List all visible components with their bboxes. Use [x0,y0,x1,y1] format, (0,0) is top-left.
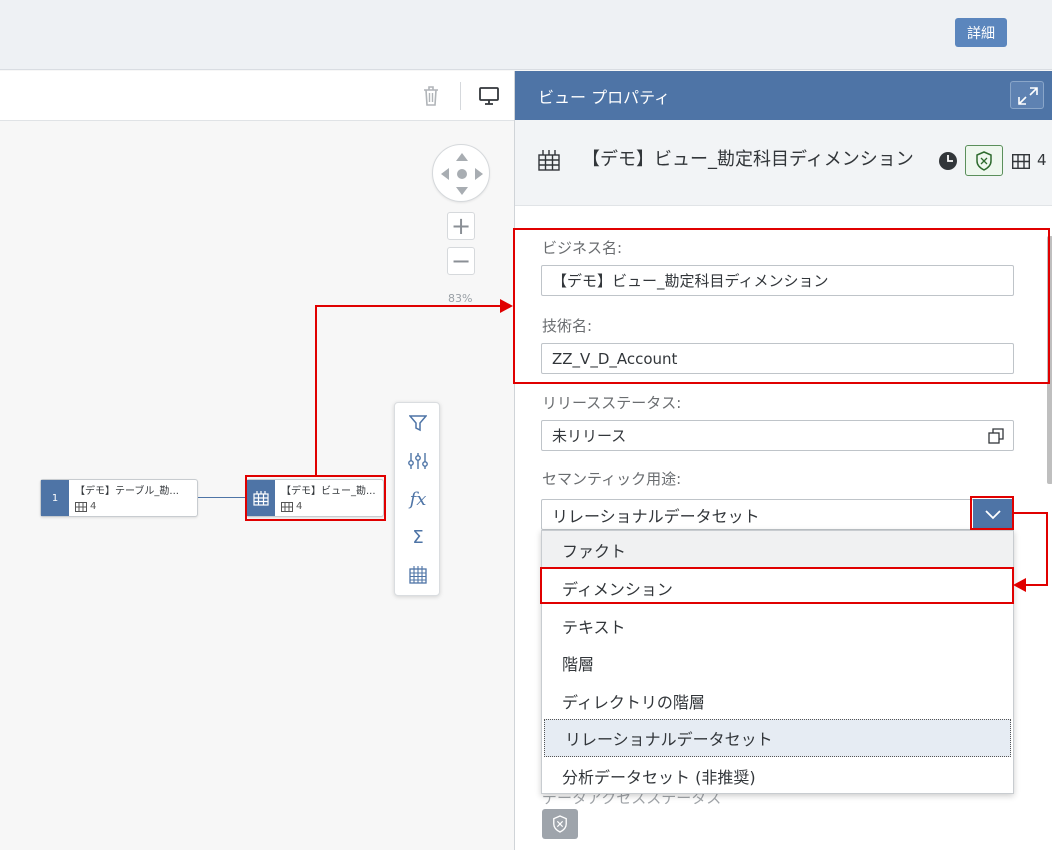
annotation-arrow-icon [500,299,513,313]
view-node-icon-area [247,480,275,516]
data-access-shield-button[interactable] [542,809,578,839]
panel-scrollbar[interactable] [1047,236,1052,484]
option-fact[interactable]: ファクト [542,531,1013,569]
toolbar-separator [460,82,461,110]
shield-icon [976,150,992,171]
business-name-label: ビジネス名: [542,239,623,257]
option-hierarchy[interactable]: 階層 [542,644,1013,682]
expand-button[interactable] [1010,81,1044,109]
view-properties-panel: ビュー プロパティ 【デモ】ビュー_勘定科目ディメンション 4 ビジネス名: 【… [514,71,1052,850]
node-title: 【デモ】ビュー_勘... [281,486,376,497]
columns-icon [1012,154,1030,169]
panel-title: ビュー プロパティ [538,88,671,107]
annotation-line [315,305,503,307]
object-column-count: 4 [1037,151,1047,169]
zoom-level: 83% [448,292,473,305]
table-icon[interactable] [406,563,430,587]
option-relational-dataset[interactable]: リレーショナルデータセット [544,719,1011,757]
annotation-line [1014,512,1048,514]
copy-icon[interactable] [988,428,1004,444]
object-title: 【デモ】ビュー_勘定科目ディメンション [582,149,914,170]
view-node[interactable]: 【デモ】ビュー_勘... 4 [246,479,384,517]
status-shield-button[interactable] [965,145,1003,176]
option-directory-hierarchy[interactable]: ディレクトリの階層 [542,682,1013,720]
calculated-columns-icon[interactable] [406,449,430,473]
business-name-input[interactable]: 【デモ】ビュー_勘定科目ディメンション [541,265,1014,296]
monitor-icon[interactable] [478,85,500,107]
semantic-usage-dropdown-button[interactable] [973,499,1013,530]
semantic-usage-label: セマンティック用途: [542,470,682,488]
shield-icon [553,815,567,833]
trash-icon[interactable] [421,85,441,107]
columns-icon [75,501,87,512]
node-column-count: 4 [90,501,97,512]
pan-arrows-icon [441,153,483,195]
option-dimension[interactable]: ディメンション [542,569,1013,607]
release-status-field: 未リリース [541,420,1014,451]
technical-name-label: 技術名: [542,317,593,335]
zoom-out-button[interactable]: − [447,247,475,275]
node-connector [198,497,246,498]
node-context-toolbar: fx Σ [394,402,440,596]
annotation-arrow-icon [1013,578,1026,592]
filter-icon[interactable] [406,411,430,435]
annotation-line [1046,512,1048,586]
zoom-in-button[interactable]: + [447,212,475,240]
chevron-down-icon [985,509,1001,519]
option-analytical-dataset[interactable]: 分析データセット (非推奨) [542,757,1013,795]
semantic-usage-options: ファクト ディメンション テキスト 階層 ディレクトリの階層 リレーショナルデー… [541,530,1014,794]
expand-icon [1018,87,1038,105]
function-icon[interactable]: fx [406,487,430,511]
view-icon [538,150,560,171]
annotation-line [315,305,317,477]
option-text[interactable]: テキスト [542,607,1013,645]
canvas-toolbar [0,71,514,121]
columns-icon [281,501,293,512]
shell-header: 詳細 [0,0,1052,70]
release-status-value: 未リリース [552,427,627,445]
node-title: 【デモ】テーブル_勘... [75,486,179,497]
clock-icon [939,152,957,170]
technical-name-input[interactable]: ZZ_V_D_Account [541,343,1014,374]
aggregation-icon[interactable]: Σ [406,525,430,549]
node-index: 1 [41,480,69,516]
pan-control[interactable] [432,144,490,202]
semantic-usage-select[interactable]: リレーショナルデータセット [541,499,974,530]
view-icon [253,491,269,506]
details-button[interactable]: 詳細 [955,18,1007,47]
node-column-count: 4 [296,501,303,512]
panel-header: ビュー プロパティ [515,71,1052,120]
source-table-node[interactable]: 1 【デモ】テーブル_勘... 4 [40,479,198,517]
release-status-label: リリースステータス: [542,394,682,412]
object-header: 【デモ】ビュー_勘定科目ディメンション 4 [515,120,1052,206]
